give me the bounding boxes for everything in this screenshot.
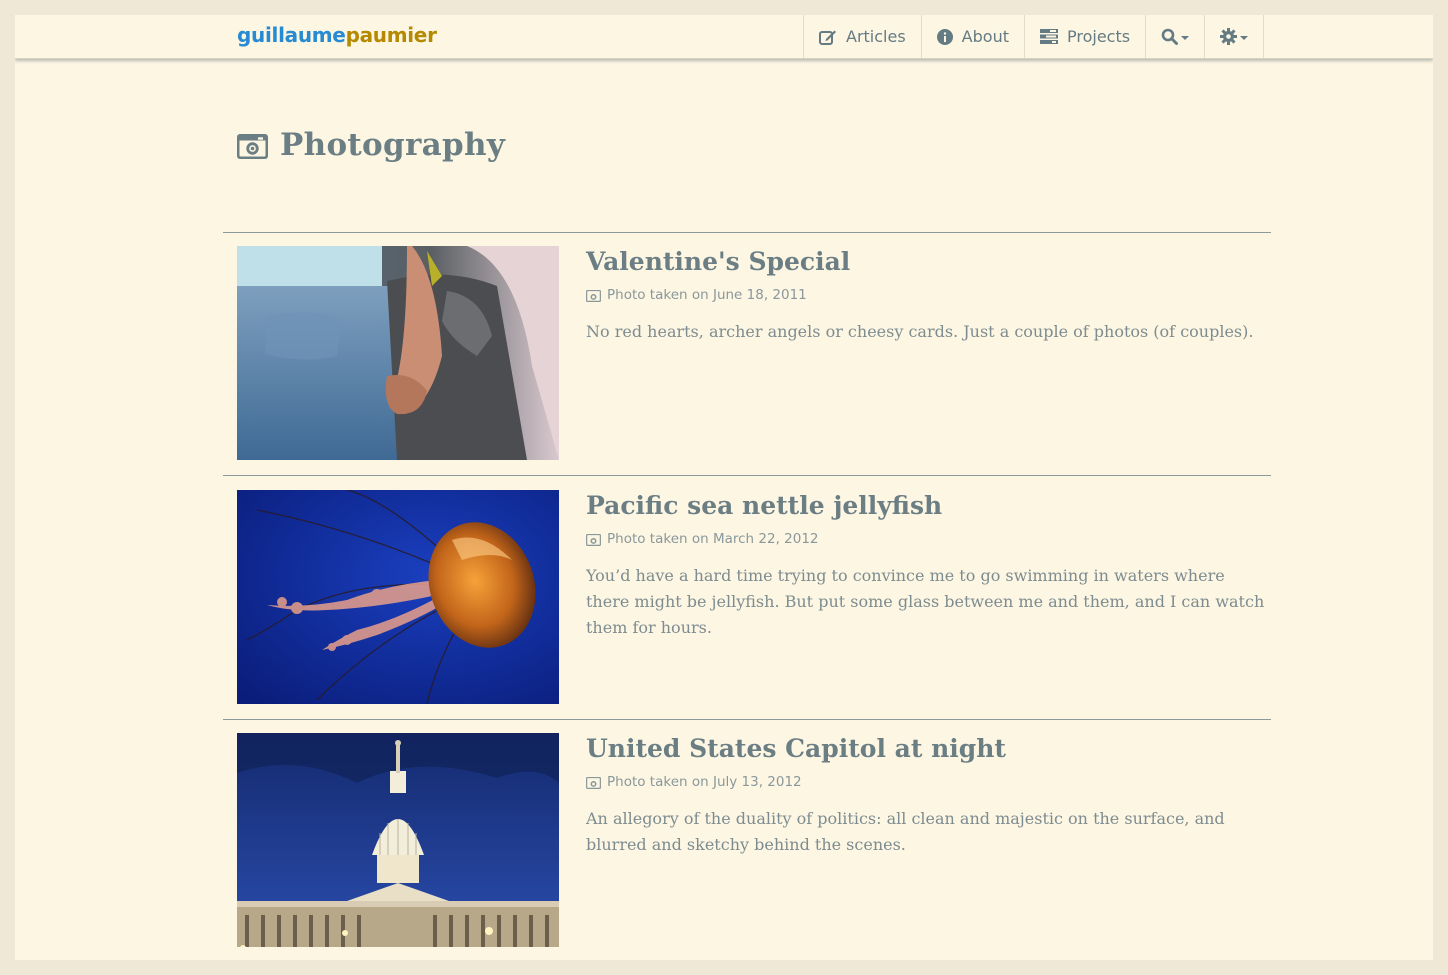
divider — [223, 719, 1271, 720]
entry-content: Pacific sea nettle jellyfish Photo taken… — [586, 490, 1266, 641]
nav-projects-label: Projects — [1066, 27, 1131, 46]
chevron-down-icon — [1240, 35, 1249, 40]
site-logo-link[interactable]: guillaumepaumier — [237, 23, 437, 47]
entry-description: You’d have a hard time trying to convinc… — [586, 566, 1265, 637]
divider — [223, 475, 1271, 476]
photo-thumbnail-capitol[interactable] — [237, 733, 559, 947]
nav-articles-label: Articles — [846, 27, 906, 46]
photo-entry: Valentine's Special Photo taken on June … — [237, 246, 1271, 462]
info-icon — [936, 28, 953, 45]
tasks-icon — [1039, 29, 1058, 44]
brand-part-first: guillaume — [237, 23, 346, 47]
entry-title[interactable]: Valentine's Special — [586, 246, 1266, 278]
entry-meta: Photo taken on June 18, 2011 — [586, 287, 1266, 303]
camera-icon — [586, 533, 601, 546]
camera-icon — [237, 133, 268, 159]
entry-description: An allegory of the duality of politics: … — [586, 809, 1225, 854]
entry-meta: Photo taken on July 13, 2012 — [586, 774, 1266, 790]
entry-date: Photo taken on July 13, 2012 — [607, 774, 802, 790]
edit-icon — [819, 30, 836, 45]
brand-part-second: paumier — [345, 23, 437, 47]
top-navbar: guillaumepaumier Articles About Projects — [15, 15, 1433, 59]
chevron-down-icon — [1181, 35, 1190, 40]
settings-dropdown-toggle[interactable] — [1204, 15, 1265, 58]
nav-about-label: About — [961, 27, 1009, 46]
page-header: Photography — [237, 127, 505, 163]
camera-icon — [586, 776, 601, 789]
search-dropdown-toggle[interactable] — [1145, 15, 1204, 58]
divider — [223, 232, 1271, 233]
nav-about[interactable]: About — [920, 15, 1024, 58]
search-icon — [1161, 28, 1179, 45]
nav-articles[interactable]: Articles — [803, 15, 921, 58]
entry-meta: Photo taken on March 22, 2012 — [586, 531, 1266, 547]
page-title: Photography — [280, 127, 506, 163]
nav-projects[interactable]: Projects — [1023, 15, 1145, 58]
main-nav: Articles About Projects — [803, 15, 1265, 58]
entry-content: Valentine's Special Photo taken on June … — [586, 246, 1266, 345]
entry-content: United States Capitol at night Photo tak… — [586, 733, 1266, 858]
photo-entry: Pacific sea nettle jellyfish Photo taken… — [237, 490, 1271, 706]
photo-entry: United States Capitol at night Photo tak… — [237, 733, 1271, 949]
entry-date: Photo taken on June 18, 2011 — [607, 287, 807, 303]
entry-title[interactable]: Pacific sea nettle jellyfish — [586, 490, 1266, 522]
gear-icon — [1220, 28, 1238, 45]
entry-description: No red hearts, archer angels or cheesy c… — [586, 322, 1254, 341]
page-frame: guillaumepaumier Articles About Projects… — [15, 15, 1433, 960]
photo-thumbnail-couple[interactable] — [237, 246, 559, 460]
camera-icon — [586, 289, 601, 302]
entry-date: Photo taken on March 22, 2012 — [607, 531, 819, 547]
entry-title[interactable]: United States Capitol at night — [586, 733, 1266, 765]
photo-thumbnail-jellyfish[interactable] — [237, 490, 559, 704]
